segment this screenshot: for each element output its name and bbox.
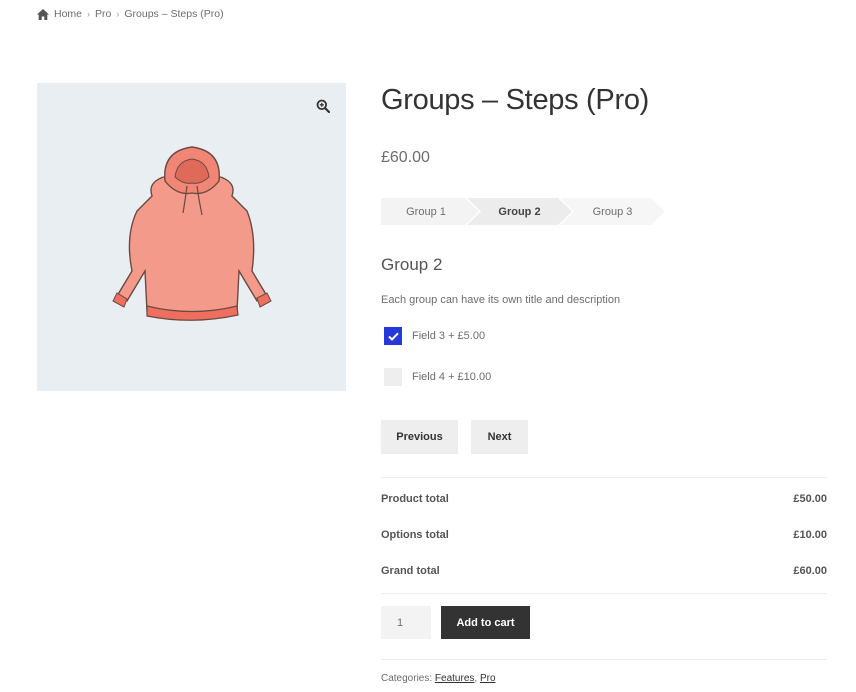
categories-comma: , [474,673,478,684]
zoom-icon[interactable] [316,99,330,113]
divider [381,659,827,660]
field-3-checkbox[interactable] [384,327,402,345]
breadcrumb-home-link[interactable]: Home [54,8,82,20]
field-3-label: Field 3 + £5.00 [412,330,486,342]
breadcrumb-separator: › [116,9,120,19]
categories-label: Categories: [381,673,433,684]
field-4-label: Field 4 + £10.00 [412,371,492,383]
option-field-4[interactable]: Field 4 + £10.00 [384,368,491,386]
product-categories: Categories: Features, Pro [381,673,496,684]
next-button[interactable]: Next [471,420,528,454]
category-link-pro[interactable]: Pro [480,673,496,684]
breadcrumb-current: Groups – Steps (Pro) [124,8,224,20]
options-total-row: Options total £10.00 [381,529,827,541]
grand-total-label: Grand total [381,565,440,577]
divider [381,593,827,594]
hoodie-image [112,146,272,321]
breadcrumb-category-link[interactable]: Pro [95,8,111,20]
step-group-2[interactable]: Group 2 [467,198,572,225]
options-total-value: £10.00 [793,529,827,541]
grand-total-value: £60.00 [793,565,827,577]
product-title: Groups – Steps (Pro) [381,84,649,116]
field-4-checkbox[interactable] [384,368,402,386]
check-icon [387,332,399,341]
breadcrumb: Home › Pro › Groups – Steps (Pro) [37,8,224,20]
step-group-1[interactable]: Group 1 [381,198,479,225]
grand-total-row: Grand total £60.00 [381,565,827,577]
quantity-input[interactable] [381,606,431,639]
option-field-3[interactable]: Field 3 + £5.00 [384,327,485,345]
home-icon [37,8,49,20]
group-steps: Group 1 Group 2 Group 3 [381,198,665,225]
step-group-3[interactable]: Group 3 [560,198,665,225]
product-total-row: Product total £50.00 [381,493,827,505]
category-link-features[interactable]: Features [435,673,474,684]
product-gallery[interactable] [37,83,346,391]
divider [381,477,827,478]
product-total-value: £50.00 [793,493,827,505]
group-title: Group 2 [381,255,443,274]
previous-button[interactable]: Previous [381,420,458,454]
breadcrumb-separator: › [87,9,91,19]
options-total-label: Options total [381,529,449,541]
product-total-label: Product total [381,493,449,505]
product-price: £60.00 [381,149,430,166]
add-to-cart-button[interactable]: Add to cart [441,606,530,639]
group-description: Each group can have its own title and de… [381,294,621,306]
